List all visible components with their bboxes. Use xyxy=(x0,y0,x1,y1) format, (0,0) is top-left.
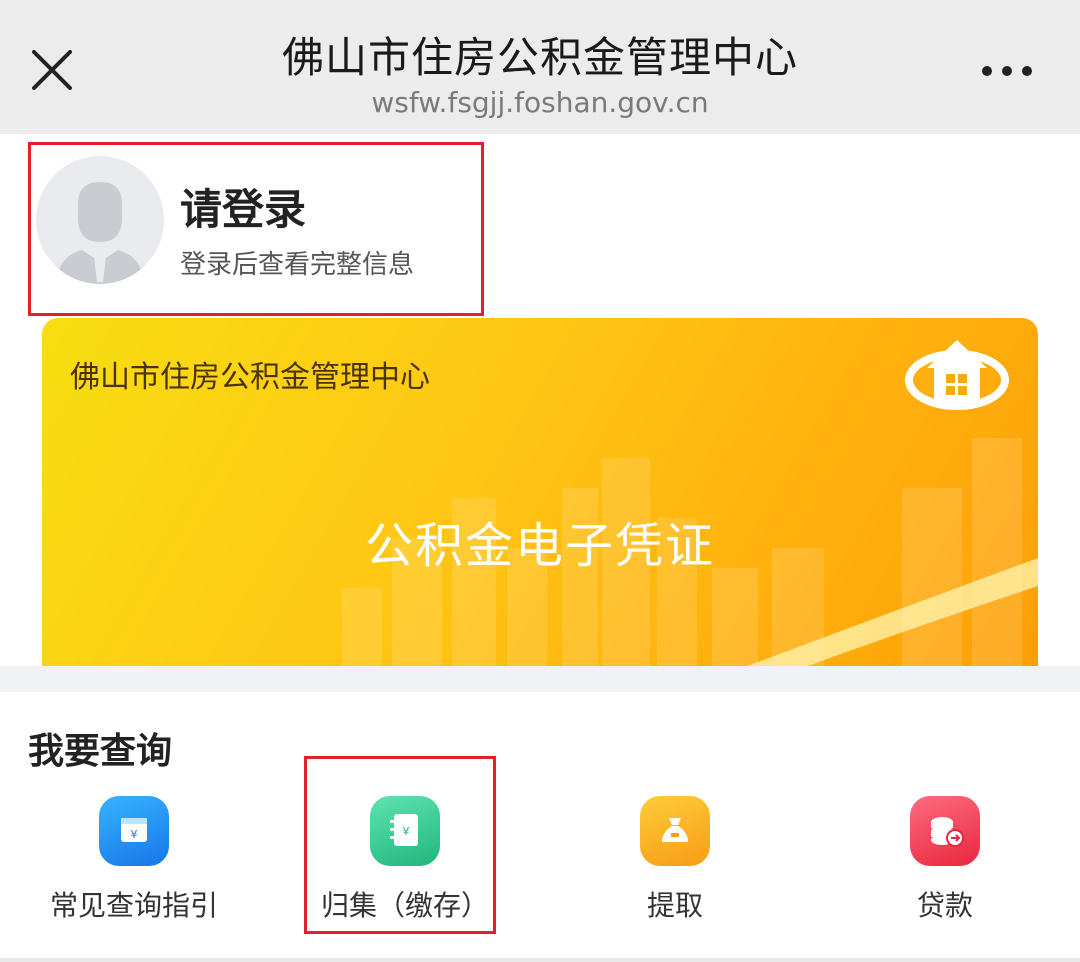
withdraw-button[interactable]: 提取 xyxy=(565,780,785,930)
bottom-divider xyxy=(0,958,1080,962)
withdraw-label: 提取 xyxy=(646,889,703,922)
coins-icon xyxy=(910,796,980,866)
login-highlight-box[interactable] xyxy=(28,142,484,316)
loan-button[interactable]: 贷款 xyxy=(835,780,1055,930)
page-url: wsfw.fsgjj.foshan.gov.cn xyxy=(371,86,709,119)
query-section-title: 我要查询 xyxy=(28,731,173,772)
section-divider xyxy=(0,666,1080,692)
notebook-yuan-icon: ¥ xyxy=(99,796,169,866)
card-org-name: 佛山市住房公积金管理中心 xyxy=(70,360,430,395)
money-bag-icon xyxy=(640,796,710,866)
query-guide-label: 常见查询指引 xyxy=(49,889,218,922)
page-title: 佛山市住房公积金管理中心 xyxy=(281,33,798,82)
more-icon[interactable] xyxy=(975,58,1039,84)
e-certificate-card[interactable]: 佛山市住房公积金管理中心 公积金电子凭证 xyxy=(42,318,1038,668)
svg-text:¥: ¥ xyxy=(131,828,138,841)
loan-label: 贷款 xyxy=(916,889,973,922)
collection-highlight-box xyxy=(304,756,496,934)
query-guide-button[interactable]: ¥ 常见查询指引 xyxy=(24,780,244,930)
card-title: 公积金电子凭证 xyxy=(364,518,715,574)
house-logo-icon xyxy=(902,330,1012,420)
top-nav-bar: 佛山市住房公积金管理中心 wsfw.fsgjj.foshan.gov.cn xyxy=(0,0,1080,134)
